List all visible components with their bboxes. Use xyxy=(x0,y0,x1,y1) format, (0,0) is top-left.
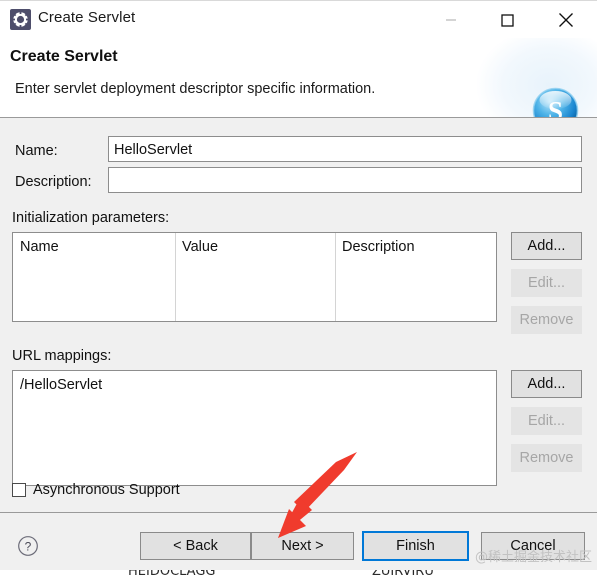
column-header-name[interactable]: Name xyxy=(13,233,175,261)
init-params-label: Initialization parameters: xyxy=(12,210,170,226)
url-mappings-label: URL mappings: xyxy=(12,348,112,364)
background-bleed: HEIDOCLAGG ZUIRVIRU xyxy=(0,570,597,580)
watermark-text: @稀土掘金技术社区 xyxy=(475,550,593,565)
close-icon[interactable] xyxy=(543,1,589,39)
minimize-icon[interactable] xyxy=(428,1,474,39)
init-params-table[interactable]: Name Value Description xyxy=(12,232,497,322)
name-label: Name: xyxy=(15,143,58,159)
async-support-label: Asynchronous Support xyxy=(33,482,180,498)
bleed-text-right: ZUIRVIRU xyxy=(372,570,434,579)
description-input[interactable] xyxy=(108,167,582,193)
page-description: Enter servlet deployment descriptor spec… xyxy=(15,81,376,97)
description-label: Description: xyxy=(15,174,92,190)
window-title: Create Servlet xyxy=(38,9,136,26)
maximize-icon[interactable] xyxy=(484,1,530,39)
column-divider-2[interactable] xyxy=(335,233,336,321)
bleed-text-left: HEIDOCLAGG xyxy=(128,570,216,579)
url-mappings-remove-button: Remove xyxy=(511,444,582,472)
column-header-value[interactable]: Value xyxy=(175,233,335,261)
url-mappings-add-button[interactable]: Add... xyxy=(511,370,582,398)
wizard-header: Create Servlet Enter servlet deployment … xyxy=(0,38,597,118)
init-params-header-row: Name Value Description xyxy=(13,233,496,261)
init-params-add-button[interactable]: Add... xyxy=(511,232,582,260)
url-mappings-edit-button: Edit... xyxy=(511,407,582,435)
svg-text:S: S xyxy=(548,96,563,118)
url-mappings-list[interactable]: /HelloServlet xyxy=(12,370,497,486)
blue-sphere-s-logo: S xyxy=(531,86,580,118)
async-support-row[interactable]: Asynchronous Support xyxy=(12,482,180,498)
create-servlet-dialog: Create Servlet Create Servlet Enter serv… xyxy=(0,0,597,580)
list-item[interactable]: /HelloServlet xyxy=(20,377,102,393)
finish-button[interactable]: Finish xyxy=(362,531,469,561)
async-support-checkbox[interactable] xyxy=(12,483,26,497)
dialog-body: Name: HelloServlet Description: Initiali… xyxy=(0,118,597,580)
help-question-icon[interactable]: ? xyxy=(17,535,39,557)
next-button[interactable]: Next > xyxy=(251,532,354,560)
name-input[interactable]: HelloServlet xyxy=(108,136,582,162)
page-title: Create Servlet xyxy=(10,48,118,65)
title-bar: Create Servlet xyxy=(0,0,597,38)
back-button[interactable]: < Back xyxy=(140,532,251,560)
servlet-gear-icon xyxy=(10,9,31,30)
init-params-edit-button: Edit... xyxy=(511,269,582,297)
column-divider-1[interactable] xyxy=(175,233,176,321)
init-params-remove-button: Remove xyxy=(511,306,582,334)
column-header-description[interactable]: Description xyxy=(335,233,496,261)
svg-text:?: ? xyxy=(25,540,32,554)
